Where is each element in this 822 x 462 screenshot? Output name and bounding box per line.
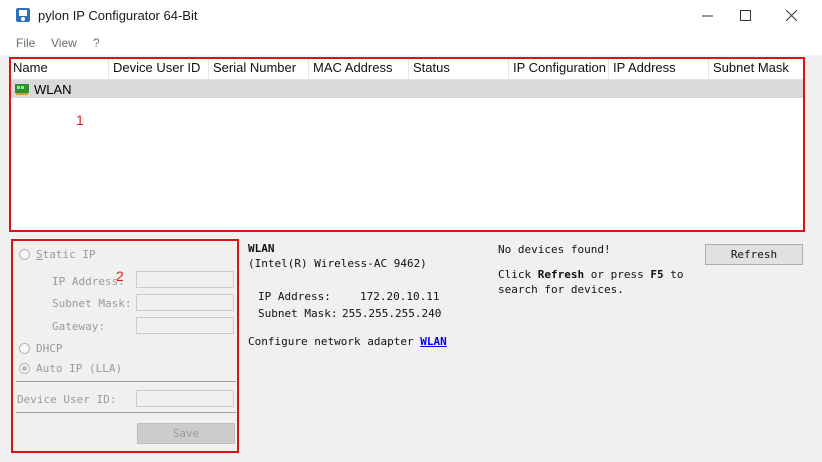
subnet-mask-field[interactable] [136, 294, 234, 311]
hint-click: Click [498, 268, 532, 281]
configure-adapter-text: Configure network adapter WLAN [248, 335, 447, 348]
subnet-mask-value: 255.255.255.240 [342, 307, 442, 320]
no-devices-message: No devices found! [498, 243, 611, 256]
dhcp-label: DHCP [36, 342, 63, 355]
list-header: Name Device User ID Serial Number MAC Ad… [9, 57, 805, 80]
close-icon [785, 10, 797, 21]
divider [16, 412, 236, 413]
app-window: pylon IP Configurator 64-Bit File View ?… [0, 0, 822, 462]
subnet-mask-label: Subnet Mask: [52, 297, 132, 310]
ip-address-info-label: IP Address: [258, 290, 331, 303]
hint-refresh: Refresh [537, 268, 585, 281]
refresh-button[interactable]: Refresh [705, 244, 803, 265]
title-bar[interactable]: pylon IP Configurator 64-Bit [0, 0, 822, 31]
gateway-field[interactable] [136, 317, 234, 334]
column-device-user-id[interactable]: Device User ID [109, 57, 209, 79]
menu-help[interactable]: ? [93, 36, 100, 50]
search-hint: search for devices. [498, 283, 624, 296]
window-title: pylon IP Configurator 64-Bit [38, 8, 198, 23]
device-user-id-label: Device User ID: [17, 393, 117, 406]
device-user-id-field[interactable] [136, 390, 234, 407]
refresh-hint: Click Refresh or press F5 to [498, 268, 683, 281]
column-ip-configuration[interactable]: IP Configuration [509, 57, 609, 79]
ip-address-field[interactable] [136, 271, 234, 288]
row-name: WLAN [34, 82, 72, 97]
column-name[interactable]: Name [9, 57, 109, 79]
maximize-button[interactable] [722, 0, 768, 31]
column-subnet-mask[interactable]: Subnet Mask [709, 57, 805, 79]
adapter-description: (Intel(R) Wireless-AC 9462) [248, 257, 427, 270]
hint-or-press: or press [590, 268, 644, 281]
dhcp-radio[interactable] [19, 343, 30, 354]
save-button[interactable]: Save [137, 423, 235, 444]
auto-ip-label: Auto IP (LLA) [36, 362, 123, 375]
network-adapter-icon [15, 84, 29, 95]
hint-key: F5 [650, 268, 664, 281]
annotation-2: 2 [116, 268, 124, 284]
table-row[interactable]: WLAN [9, 80, 805, 98]
column-ip-address[interactable]: IP Address [609, 57, 709, 79]
minimize-icon [701, 15, 713, 17]
ip-address-label: IP Address: [52, 275, 125, 288]
menu-bar: File View ? [0, 31, 822, 55]
static-ip-radio[interactable] [19, 249, 30, 260]
hint-to: to [670, 268, 684, 281]
gateway-label: Gateway: [52, 320, 105, 333]
pylon-icon [16, 8, 30, 22]
column-status[interactable]: Status [409, 57, 509, 79]
annotation-1: 1 [76, 112, 84, 128]
column-mac-address[interactable]: MAC Address [309, 57, 409, 79]
menu-file[interactable]: File [16, 36, 35, 50]
auto-ip-radio[interactable] [19, 363, 30, 374]
close-button[interactable] [768, 0, 814, 31]
column-serial-number[interactable]: Serial Number [209, 57, 309, 79]
adapter-name: WLAN [248, 242, 275, 255]
menu-view[interactable]: View [51, 36, 77, 50]
ip-address-value: 172.20.10.11 [360, 290, 440, 303]
static-ip-label: Static IP [36, 248, 96, 261]
divider [16, 381, 236, 382]
configure-prefix: Configure network adapter [248, 335, 414, 348]
configure-adapter-link[interactable]: WLAN [420, 335, 447, 348]
subnet-mask-info-label: Subnet Mask: [258, 307, 338, 320]
maximize-icon [739, 10, 751, 21]
device-list[interactable]: Name Device User ID Serial Number MAC Ad… [9, 57, 805, 230]
